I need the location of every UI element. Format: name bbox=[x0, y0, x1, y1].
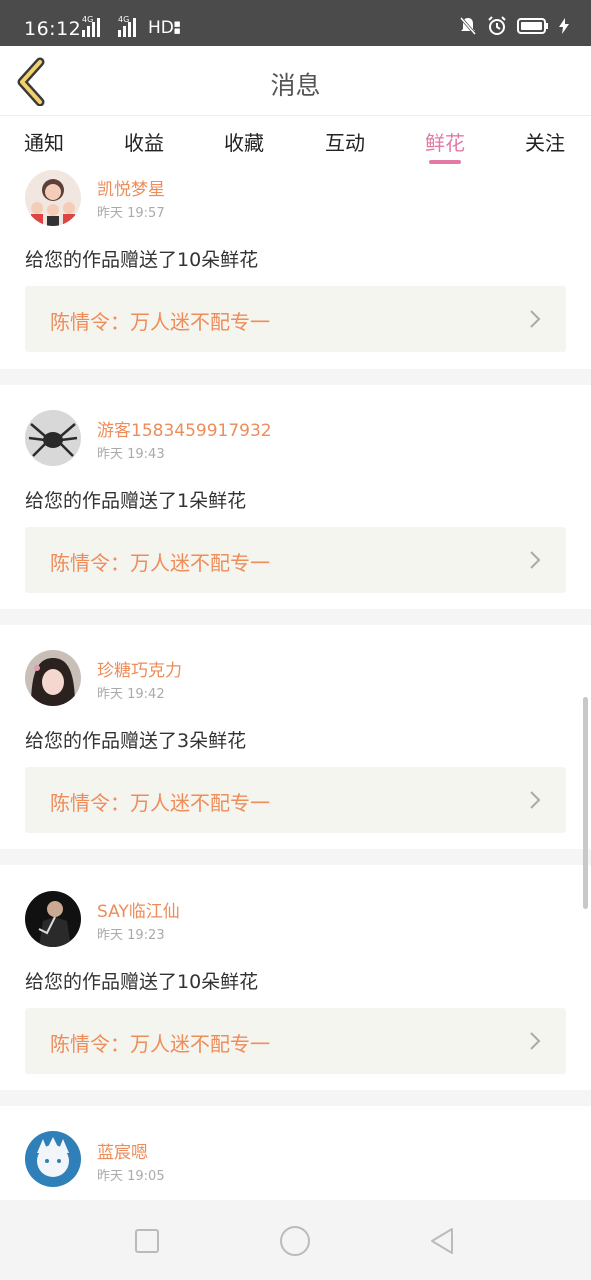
triangle-back-icon[interactable] bbox=[428, 1226, 456, 1256]
work-title: 陈情令：万人迷不配专一 bbox=[50, 1032, 270, 1056]
message-time: 昨天 19:57 bbox=[97, 206, 165, 221]
message-card: 凯悦梦星 昨天 19:57 给您的作品赠送了10朵鲜花 陈情令：万人迷不配专一 bbox=[0, 167, 591, 369]
work-link[interactable]: 陈情令：万人迷不配专一 bbox=[25, 527, 566, 593]
work-title: 陈情令：万人迷不配专一 bbox=[50, 310, 270, 334]
message-card: 蓝宸嗯 昨天 19:05 bbox=[0, 1106, 591, 1200]
signal-icon-2: 4G bbox=[118, 15, 136, 37]
message-text: 给您的作品赠送了10朵鲜花 bbox=[25, 971, 259, 993]
work-link[interactable]: 陈情令：万人迷不配专一 bbox=[25, 286, 566, 352]
tab-following[interactable]: 关注 bbox=[525, 127, 565, 156]
card-divider bbox=[0, 1090, 591, 1106]
chevron-right-icon bbox=[530, 791, 541, 809]
message-time: 昨天 19:43 bbox=[97, 447, 165, 462]
sender-name[interactable]: 蓝宸嗯 bbox=[97, 1138, 148, 1163]
tab-favorites[interactable]: 收藏 bbox=[224, 127, 264, 156]
sender-name[interactable]: SAY临江仙 bbox=[97, 897, 180, 922]
circle-home-icon[interactable] bbox=[279, 1225, 311, 1257]
message-time: 昨天 19:42 bbox=[97, 687, 165, 702]
active-tab-indicator bbox=[429, 160, 461, 164]
tab-notifications[interactable]: 通知 bbox=[24, 127, 64, 156]
sender-name[interactable]: 珍糖巧克力 bbox=[97, 656, 182, 681]
page-title: 消息 bbox=[270, 71, 321, 100]
message-list[interactable]: 凯悦梦星 昨天 19:57 给您的作品赠送了10朵鲜花 陈情令：万人迷不配专一 … bbox=[0, 167, 591, 1200]
work-title: 陈情令：万人迷不配专一 bbox=[50, 551, 270, 575]
sender-name[interactable]: 凯悦梦星 bbox=[97, 175, 165, 200]
chevron-right-icon bbox=[530, 551, 541, 569]
alarm-icon bbox=[488, 16, 506, 35]
chevron-right-icon bbox=[530, 310, 541, 328]
page-header: 消息 bbox=[0, 46, 591, 116]
tab-bar: 通知 收益 收藏 互动 鲜花 关注 bbox=[0, 117, 591, 167]
tab-interactions[interactable]: 互动 bbox=[325, 127, 365, 156]
network-type-label-2: 4G bbox=[118, 15, 130, 24]
avatar[interactable] bbox=[25, 170, 81, 226]
message-time: 昨天 19:23 bbox=[97, 928, 165, 943]
battery-icon bbox=[517, 18, 548, 34]
avatar[interactable] bbox=[25, 410, 81, 466]
card-divider bbox=[0, 849, 591, 865]
status-time: 16:12 bbox=[24, 18, 82, 40]
tab-flowers[interactable]: 鲜花 bbox=[425, 127, 465, 156]
network-type-label: 4G bbox=[82, 15, 94, 24]
signal-icon: 4G bbox=[82, 15, 100, 37]
message-card: SAY临江仙 昨天 19:23 给您的作品赠送了10朵鲜花 陈情令：万人迷不配专… bbox=[0, 865, 591, 1090]
message-text: 给您的作品赠送了3朵鲜花 bbox=[25, 730, 247, 752]
scrollbar[interactable] bbox=[583, 697, 588, 909]
hd-indicator: HD■ ■ bbox=[148, 18, 181, 38]
hd-label: HD bbox=[148, 18, 174, 38]
message-text: 给您的作品赠送了1朵鲜花 bbox=[25, 490, 247, 512]
avatar[interactable] bbox=[25, 1131, 81, 1187]
card-divider bbox=[0, 609, 591, 625]
avatar[interactable] bbox=[25, 891, 81, 947]
message-time: 昨天 19:05 bbox=[97, 1169, 165, 1184]
work-link[interactable]: 陈情令：万人迷不配专一 bbox=[25, 1008, 566, 1074]
message-card: 珍糖巧克力 昨天 19:42 给您的作品赠送了3朵鲜花 陈情令：万人迷不配专一 bbox=[0, 625, 591, 849]
avatar[interactable] bbox=[25, 650, 81, 706]
chevron-right-icon bbox=[530, 1032, 541, 1050]
tab-earnings[interactable]: 收益 bbox=[124, 127, 164, 156]
card-divider bbox=[0, 369, 591, 385]
charging-icon bbox=[559, 18, 569, 34]
work-title: 陈情令：万人迷不配专一 bbox=[50, 791, 270, 815]
square-recents-icon[interactable] bbox=[134, 1228, 160, 1254]
status-bar: 16:12 4G 4G HD■ ■ bbox=[0, 0, 591, 46]
sender-name[interactable]: 游客1583459917932 bbox=[97, 416, 272, 441]
message-text: 给您的作品赠送了10朵鲜花 bbox=[25, 249, 259, 271]
system-nav-bar bbox=[0, 1200, 591, 1280]
mute-notification-icon bbox=[459, 17, 477, 35]
message-card: 游客1583459917932 昨天 19:43 给您的作品赠送了1朵鲜花 陈情… bbox=[0, 385, 591, 609]
work-link[interactable]: 陈情令：万人迷不配专一 bbox=[25, 767, 566, 833]
